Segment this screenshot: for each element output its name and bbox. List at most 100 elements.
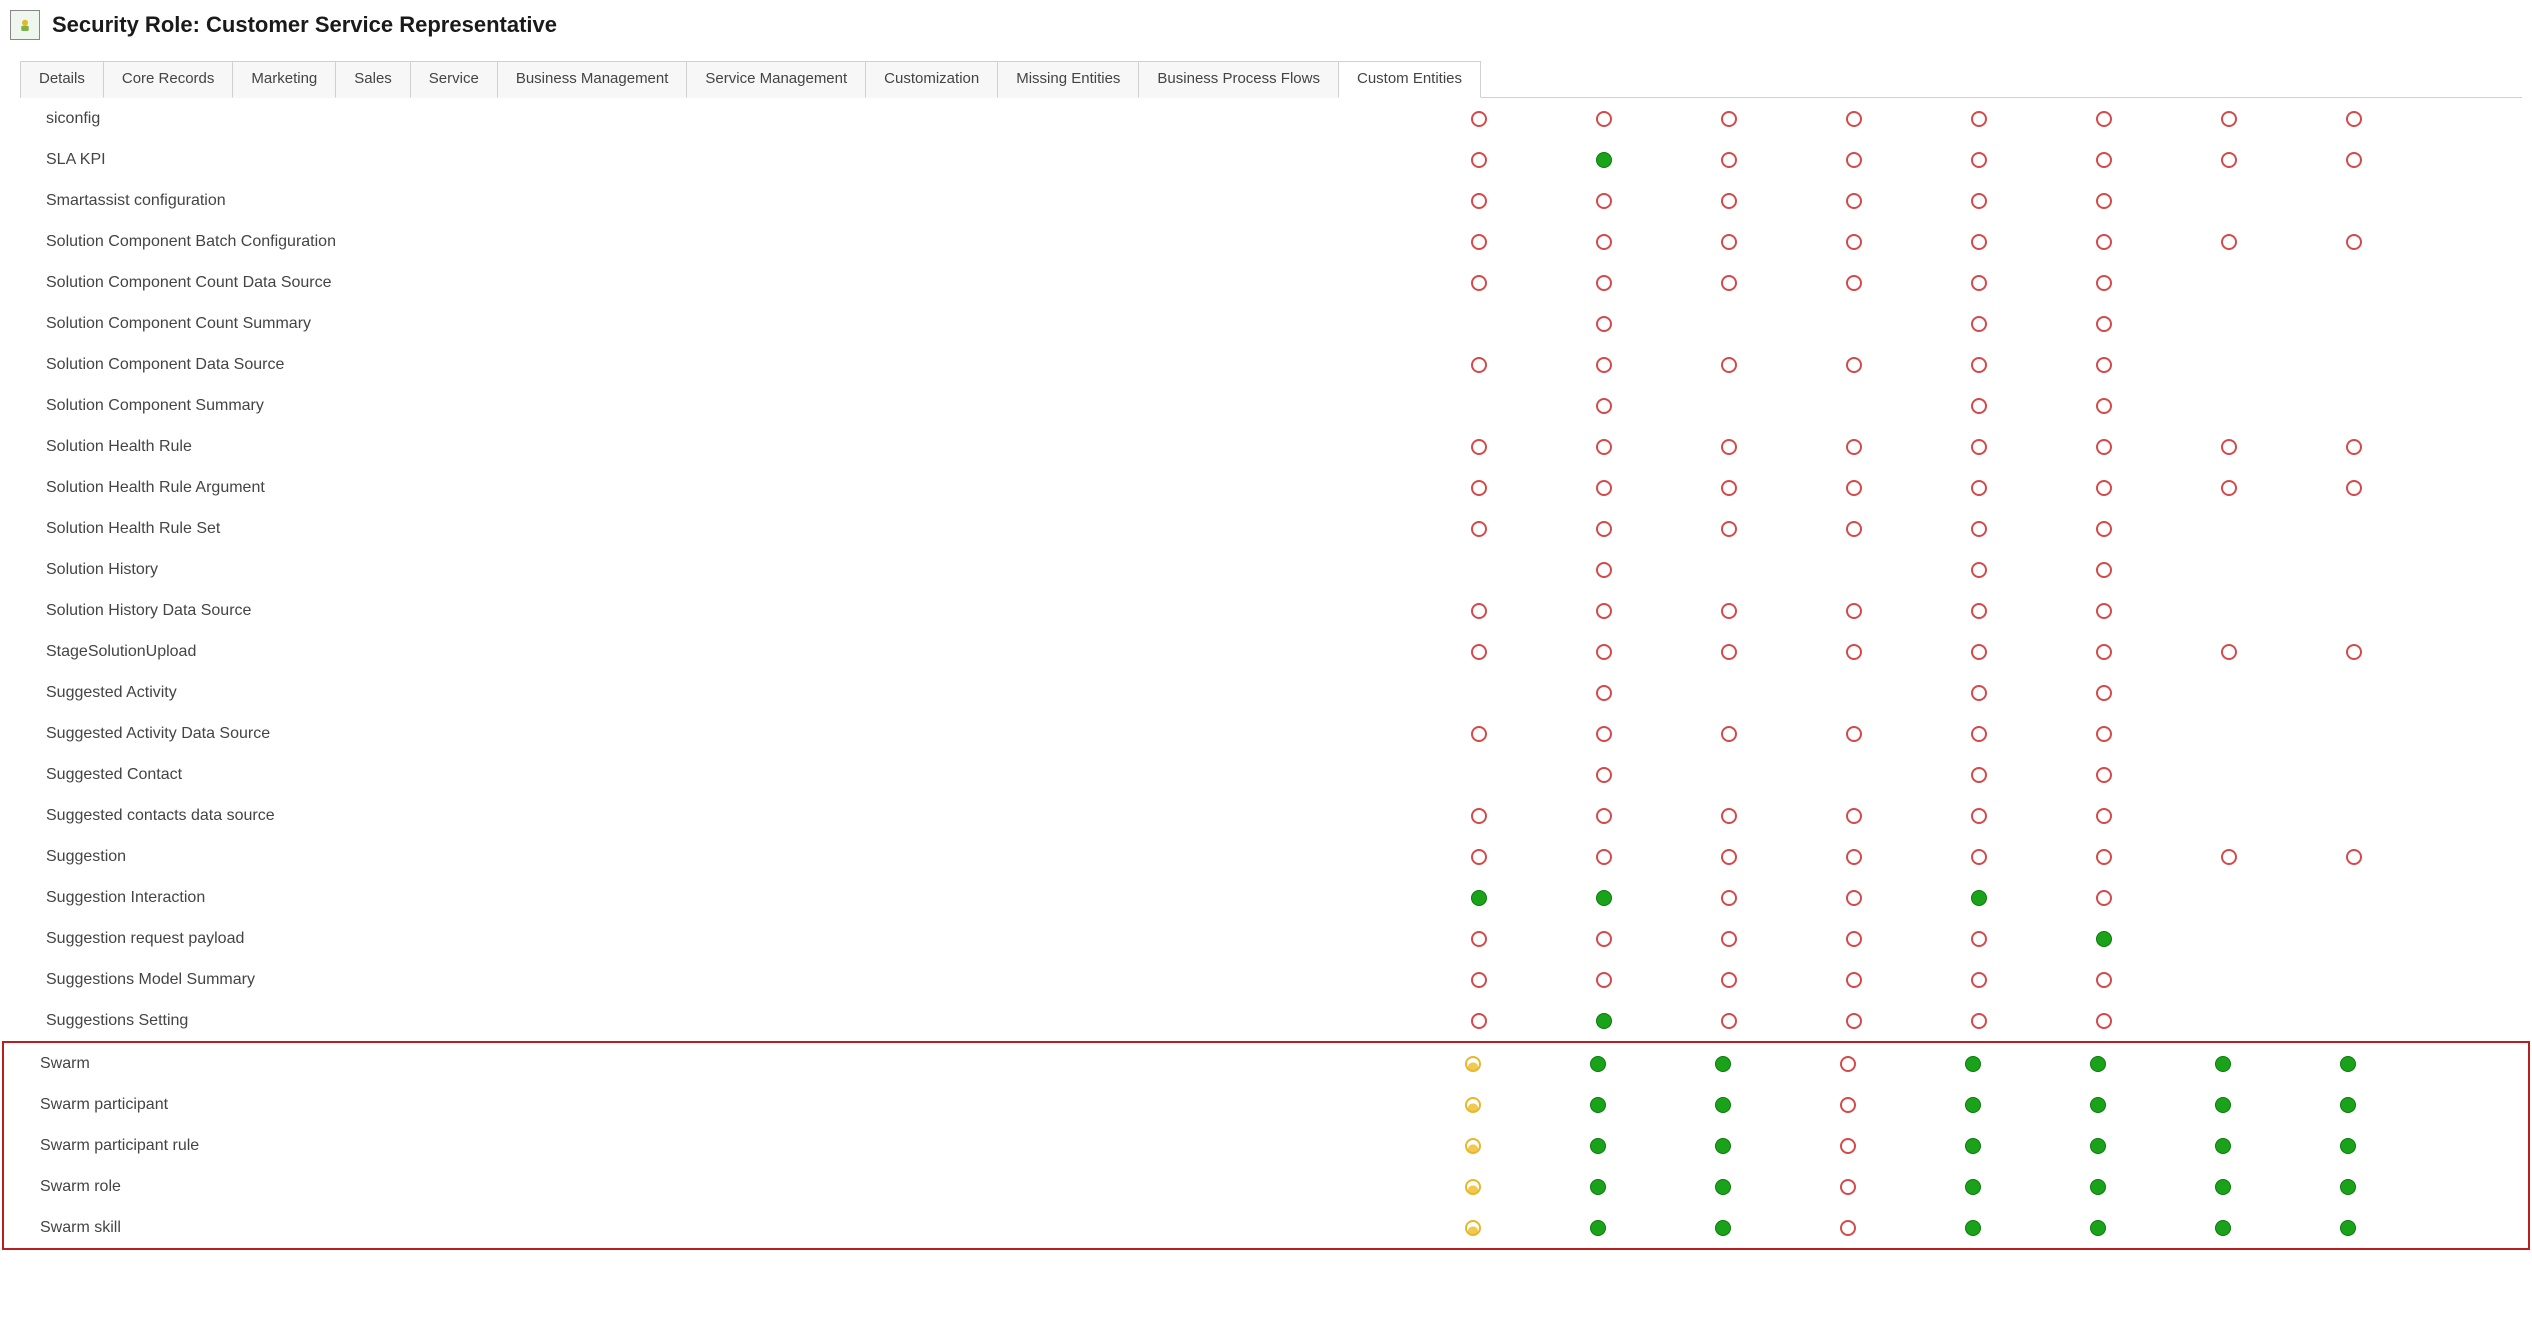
privilege-cell[interactable]: [1416, 603, 1541, 619]
privilege-cell[interactable]: [1416, 849, 1541, 865]
privilege-cell[interactable]: [1416, 275, 1541, 291]
privilege-cell[interactable]: [1916, 767, 2041, 783]
privilege-cell[interactable]: [2291, 767, 2416, 783]
privilege-cell[interactable]: [1416, 152, 1541, 168]
privilege-cell[interactable]: [1916, 849, 2041, 865]
privilege-cell[interactable]: [1410, 1097, 1535, 1113]
tab-customization[interactable]: Customization: [865, 61, 998, 98]
privilege-cell[interactable]: [2291, 111, 2416, 127]
privilege-cell[interactable]: [1916, 152, 2041, 168]
tab-service[interactable]: Service: [410, 61, 498, 98]
privilege-cell[interactable]: [2166, 398, 2291, 414]
privilege-cell[interactable]: [1791, 521, 1916, 537]
privilege-cell[interactable]: [2166, 521, 2291, 537]
privilege-cell[interactable]: [1916, 193, 2041, 209]
tab-core-records[interactable]: Core Records: [103, 61, 234, 98]
privilege-cell[interactable]: [2291, 193, 2416, 209]
privilege-cell[interactable]: [1666, 972, 1791, 988]
privilege-cell[interactable]: [2166, 726, 2291, 742]
privilege-cell[interactable]: [1916, 603, 2041, 619]
privilege-cell[interactable]: [1791, 767, 1916, 783]
privilege-cell[interactable]: [2166, 234, 2291, 250]
privilege-cell[interactable]: [1541, 357, 1666, 373]
privilege-cell[interactable]: [1916, 808, 2041, 824]
privilege-cell[interactable]: [1666, 193, 1791, 209]
privilege-cell[interactable]: [1541, 931, 1666, 947]
privilege-cell[interactable]: [2291, 521, 2416, 537]
privilege-cell[interactable]: [1410, 1056, 1535, 1072]
privilege-cell[interactable]: [2166, 193, 2291, 209]
privilege-cell[interactable]: [2041, 357, 2166, 373]
privilege-cell[interactable]: [2291, 480, 2416, 496]
privilege-cell[interactable]: [1416, 193, 1541, 209]
privilege-cell[interactable]: [1535, 1138, 1660, 1154]
privilege-cell[interactable]: [1541, 726, 1666, 742]
privilege-cell[interactable]: [1416, 644, 1541, 660]
privilege-cell[interactable]: [1791, 234, 1916, 250]
privilege-cell[interactable]: [1541, 972, 1666, 988]
privilege-cell[interactable]: [1791, 644, 1916, 660]
privilege-cell[interactable]: [1666, 562, 1791, 578]
privilege-cell[interactable]: [1541, 767, 1666, 783]
privilege-cell[interactable]: [1535, 1056, 1660, 1072]
privilege-cell[interactable]: [2166, 849, 2291, 865]
privilege-cell[interactable]: [1416, 562, 1541, 578]
privilege-cell[interactable]: [1666, 603, 1791, 619]
privilege-cell[interactable]: [2285, 1220, 2410, 1236]
privilege-cell[interactable]: [2041, 152, 2166, 168]
privilege-cell[interactable]: [1791, 890, 1916, 906]
privilege-cell[interactable]: [1416, 234, 1541, 250]
privilege-cell[interactable]: [1666, 644, 1791, 660]
privilege-cell[interactable]: [1916, 890, 2041, 906]
privilege-cell[interactable]: [1416, 521, 1541, 537]
privilege-cell[interactable]: [2041, 111, 2166, 127]
privilege-cell[interactable]: [2285, 1138, 2410, 1154]
privilege-cell[interactable]: [1535, 1097, 1660, 1113]
privilege-cell[interactable]: [1916, 275, 2041, 291]
privilege-cell[interactable]: [1791, 357, 1916, 373]
privilege-cell[interactable]: [1416, 439, 1541, 455]
privilege-cell[interactable]: [1916, 931, 2041, 947]
privilege-cell[interactable]: [2166, 1013, 2291, 1029]
privilege-cell[interactable]: [1666, 767, 1791, 783]
privilege-cell[interactable]: [1666, 890, 1791, 906]
privilege-cell[interactable]: [1541, 193, 1666, 209]
privilege-cell[interactable]: [1416, 767, 1541, 783]
privilege-cell[interactable]: [2291, 439, 2416, 455]
privilege-cell[interactable]: [2291, 726, 2416, 742]
privilege-cell[interactable]: [1910, 1138, 2035, 1154]
privilege-cell[interactable]: [2041, 398, 2166, 414]
privilege-cell[interactable]: [2166, 685, 2291, 701]
privilege-cell[interactable]: [1416, 398, 1541, 414]
privilege-cell[interactable]: [2041, 972, 2166, 988]
privilege-cell[interactable]: [1541, 152, 1666, 168]
privilege-cell[interactable]: [1916, 685, 2041, 701]
privilege-cell[interactable]: [2166, 644, 2291, 660]
privilege-cell[interactable]: [1666, 439, 1791, 455]
privilege-cell[interactable]: [1916, 562, 2041, 578]
privilege-cell[interactable]: [2166, 480, 2291, 496]
privilege-cell[interactable]: [2041, 521, 2166, 537]
privilege-cell[interactable]: [1541, 644, 1666, 660]
privilege-cell[interactable]: [2291, 644, 2416, 660]
privilege-cell[interactable]: [1910, 1179, 2035, 1195]
privilege-cell[interactable]: [2166, 808, 2291, 824]
privilege-cell[interactable]: [1785, 1138, 1910, 1154]
privilege-cell[interactable]: [1410, 1220, 1535, 1236]
privilege-cell[interactable]: [2291, 808, 2416, 824]
privilege-cell[interactable]: [2041, 1013, 2166, 1029]
tab-missing-entities[interactable]: Missing Entities: [997, 61, 1139, 98]
privilege-cell[interactable]: [2035, 1097, 2160, 1113]
privilege-cell[interactable]: [1791, 562, 1916, 578]
privilege-cell[interactable]: [1791, 685, 1916, 701]
privilege-cell[interactable]: [2041, 316, 2166, 332]
privilege-cell[interactable]: [1666, 521, 1791, 537]
privilege-cell[interactable]: [1910, 1056, 2035, 1072]
privilege-cell[interactable]: [1541, 316, 1666, 332]
privilege-cell[interactable]: [1666, 726, 1791, 742]
privilege-cell[interactable]: [1416, 972, 1541, 988]
privilege-cell[interactable]: [2041, 685, 2166, 701]
privilege-cell[interactable]: [1666, 849, 1791, 865]
privilege-cell[interactable]: [1416, 111, 1541, 127]
privilege-cell[interactable]: [1916, 972, 2041, 988]
